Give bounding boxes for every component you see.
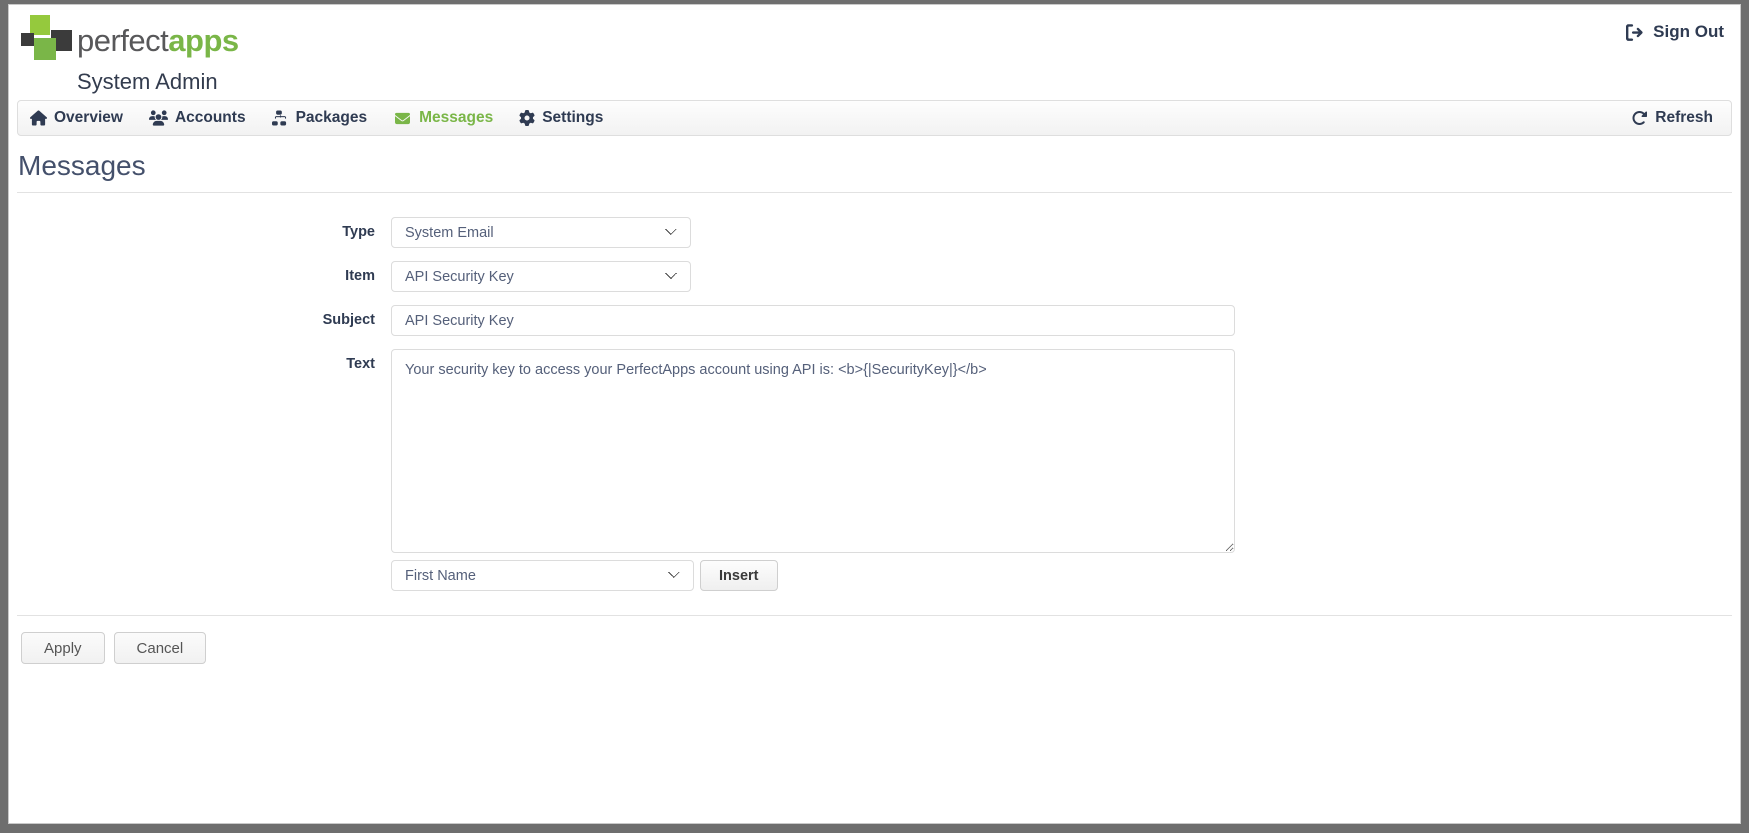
boxes-icon	[271, 110, 289, 126]
nav-label-accounts: Accounts	[174, 109, 246, 126]
form-row-type: Type System Email	[9, 217, 1740, 248]
item-select[interactable]: API Security Key	[391, 261, 691, 292]
brand-subtitle: System Admin	[77, 69, 218, 94]
nav-item-settings[interactable]: Settings	[519, 109, 603, 127]
form-row-subject: Subject	[9, 305, 1740, 336]
page-title: Messages	[18, 150, 146, 181]
form-row-item: Item API Security Key	[9, 261, 1740, 292]
text-textarea[interactable]: Your security key to access your Perfect…	[391, 349, 1235, 553]
type-control: System Email	[391, 217, 1740, 248]
home-icon	[30, 110, 47, 126]
apply-button[interactable]: Apply	[21, 632, 105, 664]
app-page: perfectapps System Admin Sign Out Overvi…	[8, 4, 1741, 824]
nav-item-packages[interactable]: Packages	[271, 109, 368, 127]
sign-out-icon	[1626, 23, 1645, 42]
text-control: Your security key to access your Perfect…	[391, 349, 1740, 591]
variable-insert-row: First Name Insert	[391, 560, 1740, 591]
logo-square-dark-small	[21, 33, 34, 46]
variable-select[interactable]: First Name	[391, 560, 694, 591]
nav-label-settings: Settings	[542, 109, 604, 126]
gear-icon	[519, 110, 535, 126]
refresh-label: Refresh	[1655, 109, 1713, 126]
message-form: Type System Email Item API Security Key …	[9, 193, 1740, 591]
sign-out-button[interactable]: Sign Out	[1626, 22, 1724, 42]
sign-out-label: Sign Out	[1653, 22, 1724, 41]
type-label: Type	[342, 224, 375, 240]
app-header: perfectapps System Admin Sign Out	[9, 5, 1740, 100]
nav-label-messages: Messages	[419, 109, 494, 126]
refresh-icon	[1631, 110, 1648, 126]
brand-wordmark: perfectapps	[77, 25, 239, 56]
subject-control	[391, 305, 1740, 336]
nav-item-overview[interactable]: Overview	[30, 109, 123, 127]
item-label: Item	[345, 268, 375, 284]
nav-item-accounts[interactable]: Accounts	[148, 109, 246, 127]
browser-viewport: perfectapps System Admin Sign Out Overvi…	[0, 0, 1749, 833]
perfectapps-logo-icon	[21, 15, 75, 63]
users-icon	[148, 110, 168, 126]
text-label: Text	[346, 356, 375, 372]
brand-block: perfectapps System Admin	[21, 15, 239, 95]
logo-square-green	[34, 38, 56, 60]
insert-button[interactable]: Insert	[700, 560, 778, 591]
cancel-button[interactable]: Cancel	[113, 632, 207, 664]
type-select[interactable]: System Email	[391, 217, 691, 248]
main-navbar: Overview Accounts Packages Messages Sett…	[17, 100, 1732, 136]
logo-square-light-green	[30, 15, 50, 35]
brand-logo-row: perfectapps	[21, 15, 239, 63]
subject-input[interactable]	[391, 305, 1235, 336]
item-control: API Security Key	[391, 261, 1740, 292]
form-row-text: Text Your security key to access your Pe…	[9, 349, 1740, 591]
brand-wordmark-perfect: perfect	[77, 22, 169, 58]
nav-label-overview: Overview	[54, 109, 123, 126]
footer-actions: Apply Cancel	[9, 616, 1740, 664]
envelope-icon	[393, 111, 412, 126]
subject-label: Subject	[322, 312, 375, 328]
refresh-button[interactable]: Refresh	[1631, 109, 1713, 127]
nav-label-packages: Packages	[295, 109, 368, 126]
brand-wordmark-apps: apps	[168, 22, 239, 58]
nav-item-messages[interactable]: Messages	[393, 109, 493, 127]
